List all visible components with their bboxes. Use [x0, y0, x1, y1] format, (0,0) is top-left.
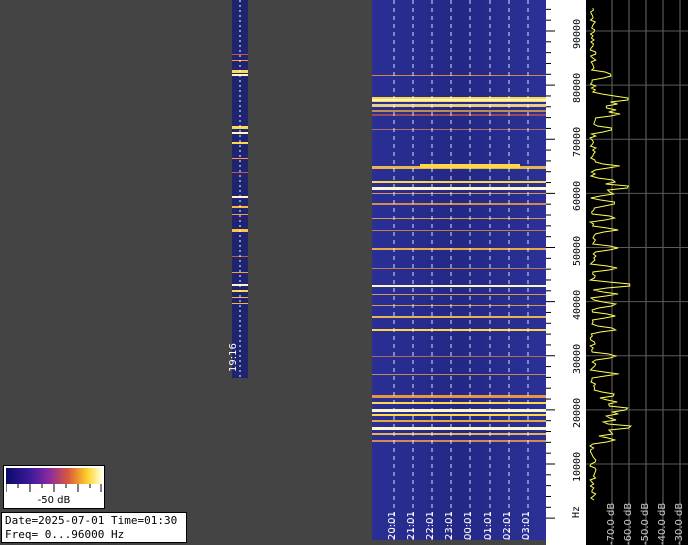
color-scale-ticks — [6, 484, 102, 492]
spectrogram-band — [372, 129, 546, 130]
narrow-spectrogram-strip — [232, 0, 248, 378]
strip-band — [232, 142, 248, 144]
date-time-text: Date=2025-07-01 Time=01:30 — [5, 514, 178, 527]
strip-band — [232, 214, 248, 215]
spectrogram-band — [372, 440, 546, 442]
strip-band — [232, 272, 248, 273]
spectrogram-band — [372, 104, 546, 107]
frequency-tick-label: 70000 — [572, 127, 583, 158]
time-tick-label: 20:01 — [387, 511, 398, 540]
frequency-unit-label: Hz — [571, 505, 582, 518]
strip-band — [232, 172, 248, 173]
time-tick-label: 02:01 — [502, 511, 513, 540]
frequency-tick-label: 10000 — [572, 451, 583, 482]
time-tick-label: 01:01 — [483, 511, 494, 540]
spectrogram-band — [372, 374, 546, 375]
spectrogram-band — [372, 285, 546, 287]
strip-band — [232, 158, 248, 159]
frequency-tick-label: 20000 — [572, 397, 583, 428]
strip-time-label: 19:16 — [228, 343, 239, 372]
spectrogram-band — [372, 181, 546, 183]
main-spectrogram — [372, 0, 546, 540]
spectrogram-band — [372, 395, 546, 398]
spectrogram-band — [372, 409, 546, 412]
time-tick-label: 21:01 — [406, 511, 417, 540]
spectrogram-band — [372, 248, 546, 250]
db-tick-label: -50.0 dB — [640, 502, 651, 545]
spectrogram-band — [372, 268, 546, 269]
frequency-tick-label: 40000 — [572, 289, 583, 320]
frequency-tick-label: 50000 — [572, 235, 583, 266]
frequency-tick-label: 80000 — [572, 73, 583, 104]
spectrogram-band — [372, 316, 546, 318]
spectrogram-band — [372, 193, 546, 194]
spectrogram-band — [372, 356, 546, 357]
strip-band — [232, 132, 248, 134]
time-tick-label: 23:01 — [444, 511, 455, 540]
spectrogram-band — [372, 294, 546, 295]
spectrogram-band — [372, 230, 546, 231]
time-tick-label: 00:01 — [463, 511, 474, 540]
spectrogram-band — [372, 75, 546, 76]
strip-band — [232, 297, 248, 298]
db-tick-label: -40.0 dB — [657, 502, 668, 545]
spectrogram-band — [372, 420, 546, 422]
spectrogram-band — [372, 114, 546, 116]
spectrogram-band — [372, 305, 546, 306]
db-tick-label: -60.0 dB — [623, 502, 634, 545]
spectrogram-band — [372, 218, 546, 219]
spectrogram-band — [372, 187, 546, 190]
spectrogram-band — [372, 203, 546, 205]
spectrogram-band — [372, 99, 546, 101]
color-scale-legend: -50 dB — [3, 465, 105, 509]
strip-band — [232, 303, 248, 304]
spectrogram-band — [372, 427, 546, 430]
time-tick-label: 22:01 — [425, 511, 436, 540]
spectrogram-band — [372, 414, 546, 416]
frequency-range-text: Freq= 0...96000 Hz — [5, 528, 125, 541]
spectrogram-band — [420, 164, 520, 168]
color-scale-label: -50 dB — [37, 495, 71, 506]
frequency-tick-label: 30000 — [572, 343, 583, 374]
db-tick-label: -30.0 dB — [674, 502, 685, 545]
spectrogram-band — [372, 402, 546, 404]
spectrogram-band — [372, 110, 546, 112]
frequency-tick-label: 60000 — [572, 181, 583, 212]
db-tick-label: -70.0 dB — [606, 502, 617, 545]
color-scale-bar — [6, 468, 102, 484]
info-box: Date=2025-07-01 Time=01:30 Freq= 0...960… — [1, 512, 187, 543]
strip-band — [232, 54, 248, 55]
frequency-tick-label: 90000 — [572, 18, 583, 49]
waterfall-viewer: 19:16 20:01 21:01 22:01 23:01 00:01 01:01 02:0… — [0, 0, 688, 545]
time-tick-label: 03:01 — [521, 511, 532, 540]
spectrum-panel — [586, 0, 688, 545]
spectrogram-band — [372, 329, 546, 331]
spectrogram-band — [372, 433, 546, 435]
